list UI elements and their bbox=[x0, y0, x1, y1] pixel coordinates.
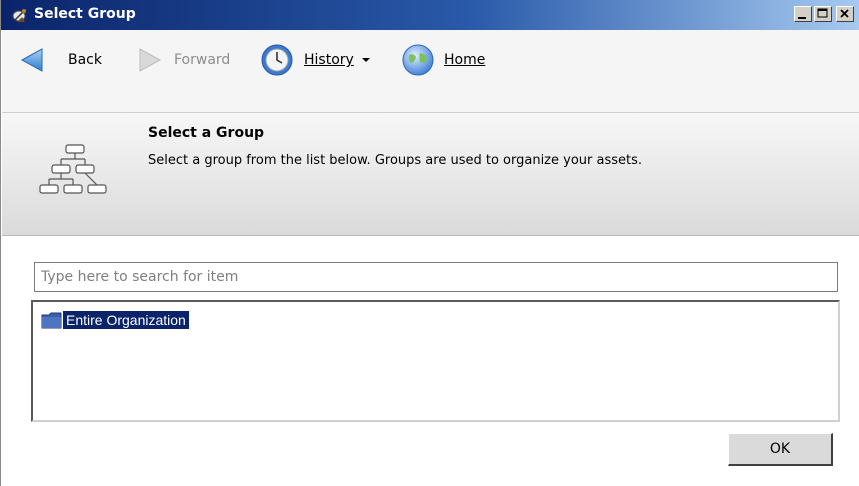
satellite-dish-icon bbox=[12, 9, 26, 22]
back-arrow-icon bbox=[20, 48, 43, 72]
forward-button[interactable]: Forward bbox=[136, 44, 230, 76]
navigation-toolbar: Back Forward History Home bbox=[2, 30, 859, 114]
header-title: Select a Group bbox=[148, 125, 265, 141]
close-icon bbox=[840, 9, 849, 18]
history-label: History bbox=[304, 52, 354, 68]
maximize-button[interactable] bbox=[814, 6, 832, 22]
group-hierarchy-icon bbox=[39, 144, 107, 194]
tree-item-label: Entire Organization bbox=[63, 311, 189, 329]
forward-label: Forward bbox=[174, 52, 231, 68]
search-input[interactable] bbox=[34, 262, 838, 292]
home-button[interactable]: Home bbox=[400, 44, 485, 76]
globe-icon bbox=[402, 44, 434, 76]
home-label: Home bbox=[444, 52, 486, 68]
clock-icon bbox=[261, 44, 293, 76]
minimize-icon bbox=[798, 17, 806, 19]
header-description: Select a group from the list below. Grou… bbox=[148, 153, 643, 168]
group-tree[interactable]: Entire Organization bbox=[31, 300, 840, 422]
dropdown-arrow-icon bbox=[361, 58, 370, 62]
window-title: Select Group bbox=[34, 6, 136, 22]
close-button[interactable] bbox=[836, 6, 854, 22]
tree-item-entire-organization[interactable]: Entire Organization bbox=[41, 310, 189, 330]
select-group-window: Select Group Back Forward History Home S… bbox=[0, 0, 859, 486]
folder-icon bbox=[41, 312, 62, 329]
maximize-icon bbox=[817, 8, 828, 18]
header-panel: Select a Group Select a group from the l… bbox=[2, 112, 859, 236]
history-button[interactable]: History bbox=[260, 44, 374, 76]
forward-arrow-icon bbox=[139, 48, 162, 72]
minimize-button[interactable] bbox=[794, 6, 812, 22]
back-label: Back bbox=[68, 52, 102, 68]
back-button[interactable]: Back bbox=[18, 44, 102, 76]
title-bar[interactable]: Select Group bbox=[1, 0, 859, 30]
ok-button[interactable]: OK bbox=[728, 433, 833, 466]
